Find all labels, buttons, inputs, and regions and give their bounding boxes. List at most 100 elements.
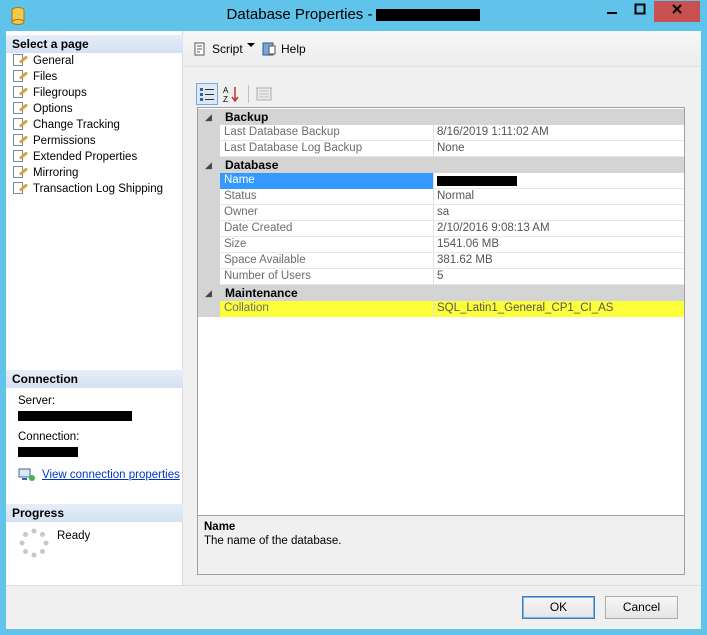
connection-label: Connection: — [18, 431, 80, 443]
property-value: 381.62 MB — [437, 254, 493, 266]
dialog-toolbar: Script Help — [184, 31, 701, 67]
property-row-size[interactable]: Size 1541.06 MB — [198, 237, 684, 253]
redacted-db-name — [376, 9, 481, 22]
page-item-general[interactable]: General — [12, 53, 163, 69]
property-name: Status — [220, 189, 434, 205]
category-backup[interactable]: ◢ Backup — [198, 109, 684, 125]
page-wrench-icon — [12, 150, 28, 164]
property-value — [434, 173, 684, 189]
category-maintenance[interactable]: ◢ Maintenance — [198, 285, 684, 301]
page-item-label: Change Tracking — [33, 119, 120, 131]
property-row-collation[interactable]: Collation SQL_Latin1_General_CP1_CI_AS — [198, 301, 684, 317]
property-grid: ◢ Backup Last Database Backup 8/16/2019 … — [197, 107, 685, 519]
property-row-last-database-log-backup[interactable]: Last Database Log Backup None — [198, 141, 684, 157]
dialog-footer: OK Cancel — [6, 585, 701, 629]
server-label: Server: — [18, 395, 56, 407]
categorized-icon — [200, 88, 214, 101]
page-item-permissions[interactable]: Permissions — [12, 133, 163, 149]
property-pages-icon — [256, 87, 272, 101]
property-value: SQL_Latin1_General_CP1_CI_AS — [434, 301, 684, 317]
title-bar[interactable]: Database Properties - — [0, 0, 707, 31]
page-item-label: Extended Properties — [33, 151, 138, 163]
property-name: Last Database Log Backup — [220, 141, 434, 157]
connection-value — [18, 447, 78, 460]
page-item-transaction-log-shipping[interactable]: Transaction Log Shipping — [12, 181, 163, 197]
property-value: None — [437, 142, 465, 154]
page-item-options[interactable]: Options — [12, 101, 163, 117]
minimize-icon — [606, 12, 617, 14]
maximize-icon — [634, 3, 645, 15]
page-item-label: Files — [33, 71, 58, 83]
script-button[interactable]: Script — [192, 41, 243, 57]
alphabetical-button[interactable]: A Z — [220, 83, 242, 105]
redacted-server-name — [18, 411, 132, 421]
category-database[interactable]: ◢ Database — [198, 157, 684, 173]
view-connection-properties[interactable]: View connection properties — [18, 467, 180, 483]
svg-text:Z: Z — [223, 95, 228, 103]
page-wrench-icon — [12, 54, 28, 68]
property-row-last-database-backup[interactable]: Last Database Backup 8/16/2019 1:11:02 A… — [198, 125, 684, 141]
page-item-change-tracking[interactable]: Change Tracking — [12, 117, 163, 133]
view-connection-properties-link[interactable]: View connection properties — [42, 469, 180, 481]
property-row-owner[interactable]: Owner sa — [198, 205, 684, 221]
property-row-space-available[interactable]: Space Available 381.62 MB — [198, 253, 684, 269]
ok-button[interactable]: OK — [522, 596, 595, 619]
database-properties-window: Database Properties - Select a page Gene… — [0, 0, 707, 635]
property-value: 1541.06 MB — [437, 238, 500, 250]
page-item-filegroups[interactable]: Filegroups — [12, 85, 163, 101]
property-name: Owner — [220, 205, 434, 221]
progress-header: Progress — [6, 504, 183, 522]
right-pane: Script Help A Z ◢ Backup Last Database B… — [184, 31, 701, 585]
property-name: Name — [220, 173, 434, 189]
page-item-files[interactable]: Files — [12, 69, 163, 85]
property-grid-toolbar: A Z — [196, 83, 277, 105]
help-label: Help — [281, 42, 306, 56]
page-wrench-icon — [12, 166, 28, 180]
help-button[interactable]: Help — [261, 41, 306, 57]
page-wrench-icon — [12, 182, 28, 196]
progress-status: Ready — [57, 530, 91, 542]
property-row-date-created[interactable]: Date Created 2/10/2016 9:08:13 AM — [198, 221, 684, 237]
property-row-status[interactable]: Status Normal — [198, 189, 684, 205]
collapse-icon[interactable]: ◢ — [205, 157, 212, 173]
select-page-header: Select a page — [6, 35, 183, 53]
property-name: Last Database Backup — [220, 125, 434, 141]
help-book-icon — [262, 42, 276, 56]
progress-spinner-icon — [19, 528, 49, 558]
category-label: Backup — [225, 110, 269, 124]
category-label: Database — [225, 158, 279, 172]
page-item-extended-properties[interactable]: Extended Properties — [12, 149, 163, 165]
property-name: Number of Users — [220, 269, 434, 285]
collapse-icon[interactable]: ◢ — [205, 285, 212, 301]
minimize-button[interactable] — [598, 1, 625, 22]
property-description-panel: Name The name of the database. — [197, 515, 685, 575]
window-title-text: Database Properties - — [226, 6, 373, 23]
left-pane: Select a page General Files Filegroups O… — [6, 31, 183, 585]
script-icon — [194, 42, 205, 56]
property-row-name[interactable]: Name — [198, 173, 684, 189]
chevron-down-icon — [247, 43, 255, 47]
page-item-label: Permissions — [33, 135, 96, 147]
page-item-label: Options — [33, 103, 73, 115]
categorized-button[interactable] — [196, 83, 218, 105]
close-button[interactable] — [654, 1, 700, 22]
cancel-button[interactable]: Cancel — [605, 596, 678, 619]
category-label: Maintenance — [225, 286, 298, 300]
property-name: Size — [220, 237, 434, 253]
page-list: General Files Filegroups Options Change … — [12, 53, 163, 197]
property-name: Space Available — [220, 253, 434, 269]
property-name: Collation — [220, 301, 434, 317]
property-value: Normal — [437, 190, 475, 202]
close-icon — [672, 4, 682, 14]
maximize-button[interactable] — [626, 1, 653, 22]
collapse-icon[interactable]: ◢ — [205, 109, 212, 125]
page-item-mirroring[interactable]: Mirroring — [12, 165, 163, 181]
script-label: Script — [212, 42, 243, 56]
property-name: Date Created — [220, 221, 434, 237]
description-text: The name of the database. — [204, 535, 342, 547]
dialog-client: Select a page General Files Filegroups O… — [6, 31, 701, 629]
page-item-label: General — [33, 55, 74, 67]
property-row-number-of-users[interactable]: Number of Users 5 — [198, 269, 684, 285]
script-dropdown-button[interactable] — [246, 41, 256, 49]
description-title: Name — [204, 521, 236, 533]
